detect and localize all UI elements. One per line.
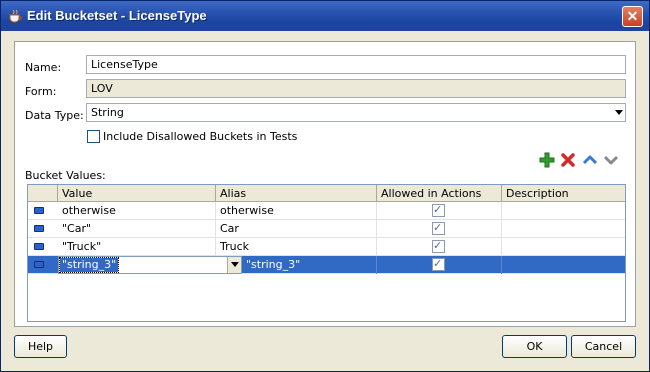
window-title: Edit Bucketset - LicenseType (27, 8, 207, 23)
check-icon: ✓ (433, 203, 443, 216)
table-row[interactable]: "Truck" Truck ✓ (28, 238, 625, 256)
table-row[interactable]: otherwise otherwise ✓ (28, 202, 625, 220)
name-field[interactable]: LicenseType (86, 55, 626, 74)
move-up-icon[interactable] (582, 152, 598, 168)
value-cell[interactable]: "Car" (58, 220, 216, 238)
bucketset-panel: Name: LicenseType Form: LOV Data Type: S… (14, 41, 636, 327)
column-header-alias[interactable]: Alias (216, 185, 377, 202)
column-header-value[interactable]: Value (58, 185, 216, 202)
allowed-cell: ✓ (377, 256, 502, 274)
check-icon: ✓ (433, 239, 443, 252)
alias-cell[interactable]: Car (216, 220, 377, 238)
allowed-checkbox[interactable]: ✓ (432, 257, 445, 271)
include-disallowed-label: Include Disallowed Buckets in Tests (103, 130, 298, 143)
value-dropdown-button[interactable] (227, 257, 241, 273)
bucket-row-icon (34, 225, 44, 232)
bucket-row-icon (34, 243, 44, 250)
allowed-cell: ✓ (377, 202, 502, 220)
name-label: Name: (25, 61, 62, 74)
bucket-row-icon (34, 261, 44, 268)
alias-cell[interactable]: "string_3" (242, 256, 377, 274)
description-cell[interactable] (502, 238, 625, 256)
move-down-icon[interactable] (603, 152, 619, 168)
ok-button[interactable]: OK (502, 335, 567, 358)
table-row[interactable]: "Car" Car ✓ (28, 220, 625, 238)
cancel-button[interactable]: Cancel (571, 335, 636, 358)
close-button[interactable]: ✕ (622, 6, 643, 27)
allowed-checkbox[interactable]: ✓ (432, 203, 445, 217)
dialog-body: Name: LicenseType Form: LOV Data Type: S… (1, 31, 649, 371)
alias-cell[interactable]: Truck (216, 238, 377, 256)
allowed-cell: ✓ (377, 238, 502, 256)
form-field: LOV (86, 79, 626, 98)
value-cell[interactable]: "Truck" (58, 238, 216, 256)
title-bar[interactable]: Edit Bucketset - LicenseType ✕ (1, 1, 649, 31)
chevron-down-icon (231, 262, 239, 267)
description-cell[interactable] (502, 220, 625, 238)
help-button[interactable]: Help (14, 335, 67, 358)
allowed-checkbox[interactable]: ✓ (432, 221, 445, 235)
table-header: Value Alias Allowed in Actions Descripti… (28, 185, 625, 202)
value-cell[interactable]: otherwise (58, 202, 216, 220)
table-row-selected[interactable]: "string_3" "string_3" ✓ (28, 256, 625, 274)
delete-icon[interactable] (560, 152, 576, 168)
chevron-down-icon (615, 110, 623, 115)
value-edit-text[interactable]: "string_3" (58, 257, 120, 273)
check-icon: ✓ (433, 221, 443, 234)
bucket-values-table[interactable]: Value Alias Allowed in Actions Descripti… (27, 184, 626, 322)
bucket-values-label: Bucket Values: (25, 169, 106, 182)
data-type-value: String (91, 106, 124, 119)
description-cell[interactable] (502, 256, 625, 274)
value-edit-combo[interactable]: "string_3" (58, 256, 242, 274)
description-cell[interactable] (502, 202, 625, 220)
allowed-checkbox[interactable]: ✓ (432, 239, 445, 253)
column-header-allowed[interactable]: Allowed in Actions (377, 185, 502, 202)
include-disallowed-checkbox[interactable] (87, 130, 100, 143)
form-label: Form: (25, 85, 57, 98)
header-icon-column (28, 185, 58, 202)
app-cup-icon (7, 8, 23, 24)
alias-cell[interactable]: otherwise (216, 202, 377, 220)
column-header-description[interactable]: Description (502, 185, 625, 202)
allowed-cell: ✓ (377, 220, 502, 238)
data-type-select[interactable]: String (86, 103, 626, 122)
add-icon[interactable] (539, 152, 555, 168)
data-type-label: Data Type: (25, 109, 84, 122)
check-icon: ✓ (433, 257, 443, 270)
bucket-row-icon (34, 207, 44, 214)
edit-bucketset-dialog: Edit Bucketset - LicenseType ✕ Name: Lic… (0, 0, 650, 372)
